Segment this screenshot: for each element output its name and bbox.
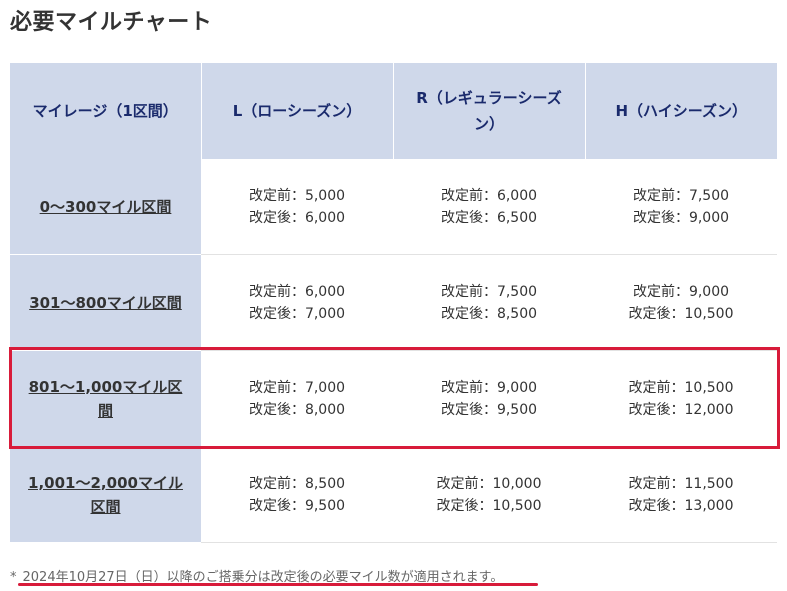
price-cell: 改定前：6,000 改定後：7,000 xyxy=(201,254,393,351)
row-link-0-300[interactable]: 0〜300マイル区間 xyxy=(40,198,172,216)
row-link-801-1000[interactable]: 801〜1,000マイル区間 xyxy=(29,378,183,420)
price-before: 改定前：8,500 xyxy=(248,475,346,492)
row-header-cell: 301〜800マイル区間 xyxy=(10,254,201,351)
footnote-mark: * xyxy=(10,570,17,585)
price-after: 改定後：10,500 xyxy=(436,497,542,514)
price-before: 改定前：9,000 xyxy=(440,379,538,396)
price-before: 改定前：10,500 xyxy=(628,379,734,396)
price-cell: 改定前：5,000 改定後：6,000 xyxy=(201,159,393,255)
price-after: 改定後：10,500 xyxy=(628,305,734,322)
price-before: 改定前：9,000 xyxy=(632,283,730,300)
table-row: 801〜1,000マイル区間 改定前：7,000 改定後：8,000 改定前：9… xyxy=(10,350,777,447)
price-cell: 改定前：6,000 改定後：6,500 xyxy=(393,159,585,255)
row-link-1001-2000[interactable]: 1,001〜2,000マイル区間 xyxy=(28,474,183,516)
row-link-301-800[interactable]: 301〜800マイル区間 xyxy=(29,294,182,312)
header-low-season: L（ローシーズン） xyxy=(200,63,393,159)
header-high-season: H（ハイシーズン） xyxy=(584,63,777,159)
price-after: 改定後：13,000 xyxy=(628,497,734,514)
price-before: 改定前：6,000 xyxy=(248,283,346,300)
price-cell: 改定前：11,500 改定後：13,000 xyxy=(585,446,777,543)
table-row: 0〜300マイル区間 改定前：5,000 改定後：6,000 改定前：6,000… xyxy=(10,159,777,255)
price-after: 改定後：9,500 xyxy=(440,401,538,418)
price-cell: 改定前：8,500 改定後：9,500 xyxy=(201,446,393,543)
price-before: 改定前：7,500 xyxy=(632,187,730,204)
price-cell: 改定前：10,000 改定後：10,500 xyxy=(393,446,585,543)
price-cell: 改定前：7,500 改定後：9,000 xyxy=(585,159,777,255)
price-before: 改定前：6,000 xyxy=(440,187,538,204)
footnote: * 2024年10月27日（日）以降のご搭乗分は改定後の必要マイル数が適用されます… xyxy=(10,566,503,585)
price-after: 改定後：7,000 xyxy=(248,305,346,322)
price-before: 改定前：11,500 xyxy=(628,475,734,492)
price-after: 改定後：6,500 xyxy=(440,209,538,226)
price-after: 改定後：8,000 xyxy=(248,401,346,418)
price-after: 改定後：12,000 xyxy=(628,401,734,418)
price-before: 改定前：5,000 xyxy=(248,187,346,204)
price-after: 改定後：8,500 xyxy=(440,305,538,322)
table-row: 1,001〜2,000マイル区間 改定前：8,500 改定後：9,500 改定前… xyxy=(10,446,777,543)
price-cell: 改定前：9,000 改定後：10,500 xyxy=(585,254,777,351)
price-before: 改定前：7,000 xyxy=(248,379,346,396)
price-after: 改定後：9,000 xyxy=(632,209,730,226)
table-header-row: マイレージ（1区間） L（ローシーズン） R（レギュラーシーズン） H（ハイシー… xyxy=(10,63,777,159)
row-header-cell: 0〜300マイル区間 xyxy=(10,159,201,255)
price-cell: 改定前：7,000 改定後：8,000 xyxy=(201,350,393,447)
row-header-cell: 801〜1,000マイル区間 xyxy=(10,350,201,447)
footnote-text: 2024年10月27日（日）以降のご搭乗分は改定後の必要マイル数が適用されます。 xyxy=(22,570,504,585)
mileage-chart-table: マイレージ（1区間） L（ローシーズン） R（レギュラーシーズン） H（ハイシー… xyxy=(10,63,777,543)
table-row: 301〜800マイル区間 改定前：6,000 改定後：7,000 改定前：7,5… xyxy=(10,254,777,351)
header-regular-season: R（レギュラーシーズン） xyxy=(392,63,585,159)
header-mileage: マイレージ（1区間） xyxy=(10,63,201,159)
price-cell: 改定前：9,000 改定後：9,500 xyxy=(393,350,585,447)
price-before: 改定前：7,500 xyxy=(440,283,538,300)
price-cell: 改定前：10,500 改定後：12,000 xyxy=(585,350,777,447)
price-after: 改定後：6,000 xyxy=(248,209,346,226)
price-cell: 改定前：7,500 改定後：8,500 xyxy=(393,254,585,351)
page-title: 必要マイルチャート xyxy=(10,10,213,35)
price-before: 改定前：10,000 xyxy=(436,475,542,492)
row-header-cell: 1,001〜2,000マイル区間 xyxy=(10,446,201,543)
price-after: 改定後：9,500 xyxy=(248,497,346,514)
